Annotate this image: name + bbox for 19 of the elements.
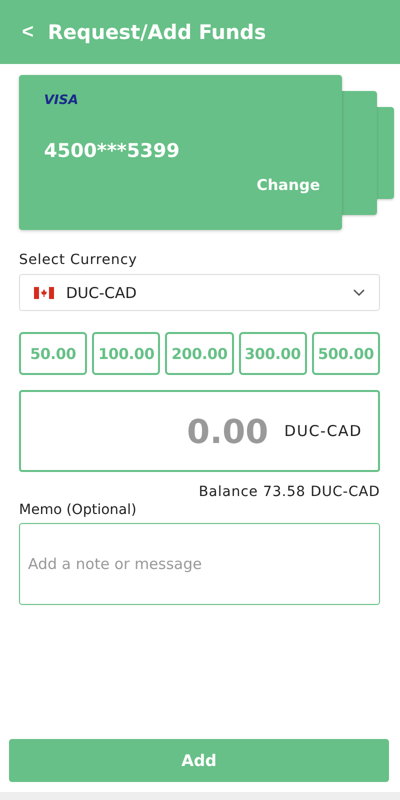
memo-field[interactable]: Add a note or message [19, 523, 380, 605]
amount-option-button[interactable]: 100.00 [92, 332, 160, 375]
card-brand-logo: VISA [44, 93, 78, 108]
amount-option-button[interactable]: 200.00 [165, 332, 234, 375]
page-title: Request/Add Funds [48, 20, 266, 44]
currency-dropdown[interactable]: DUC-CAD [19, 274, 380, 311]
back-button[interactable]: < [22, 20, 34, 44]
amount-option-button[interactable]: 500.00 [312, 332, 380, 375]
card-number: 4500***5399 [44, 140, 181, 162]
amount-option-button[interactable]: 50.00 [19, 332, 88, 375]
chevron-down-icon [353, 288, 365, 296]
balance-text: Balance 73.58 DUC-CAD [198, 484, 380, 500]
field-label: Memo (Optional) [19, 502, 138, 518]
amount-field[interactable]: 0.00 DUC-CAD [19, 390, 380, 472]
amount-option-button[interactable]: 300.00 [238, 332, 307, 375]
flag-icon [34, 286, 54, 298]
add-button[interactable]: Add [9, 739, 389, 782]
field-label: Select Currency [19, 252, 138, 268]
change-card-button[interactable]: Change [256, 176, 320, 194]
